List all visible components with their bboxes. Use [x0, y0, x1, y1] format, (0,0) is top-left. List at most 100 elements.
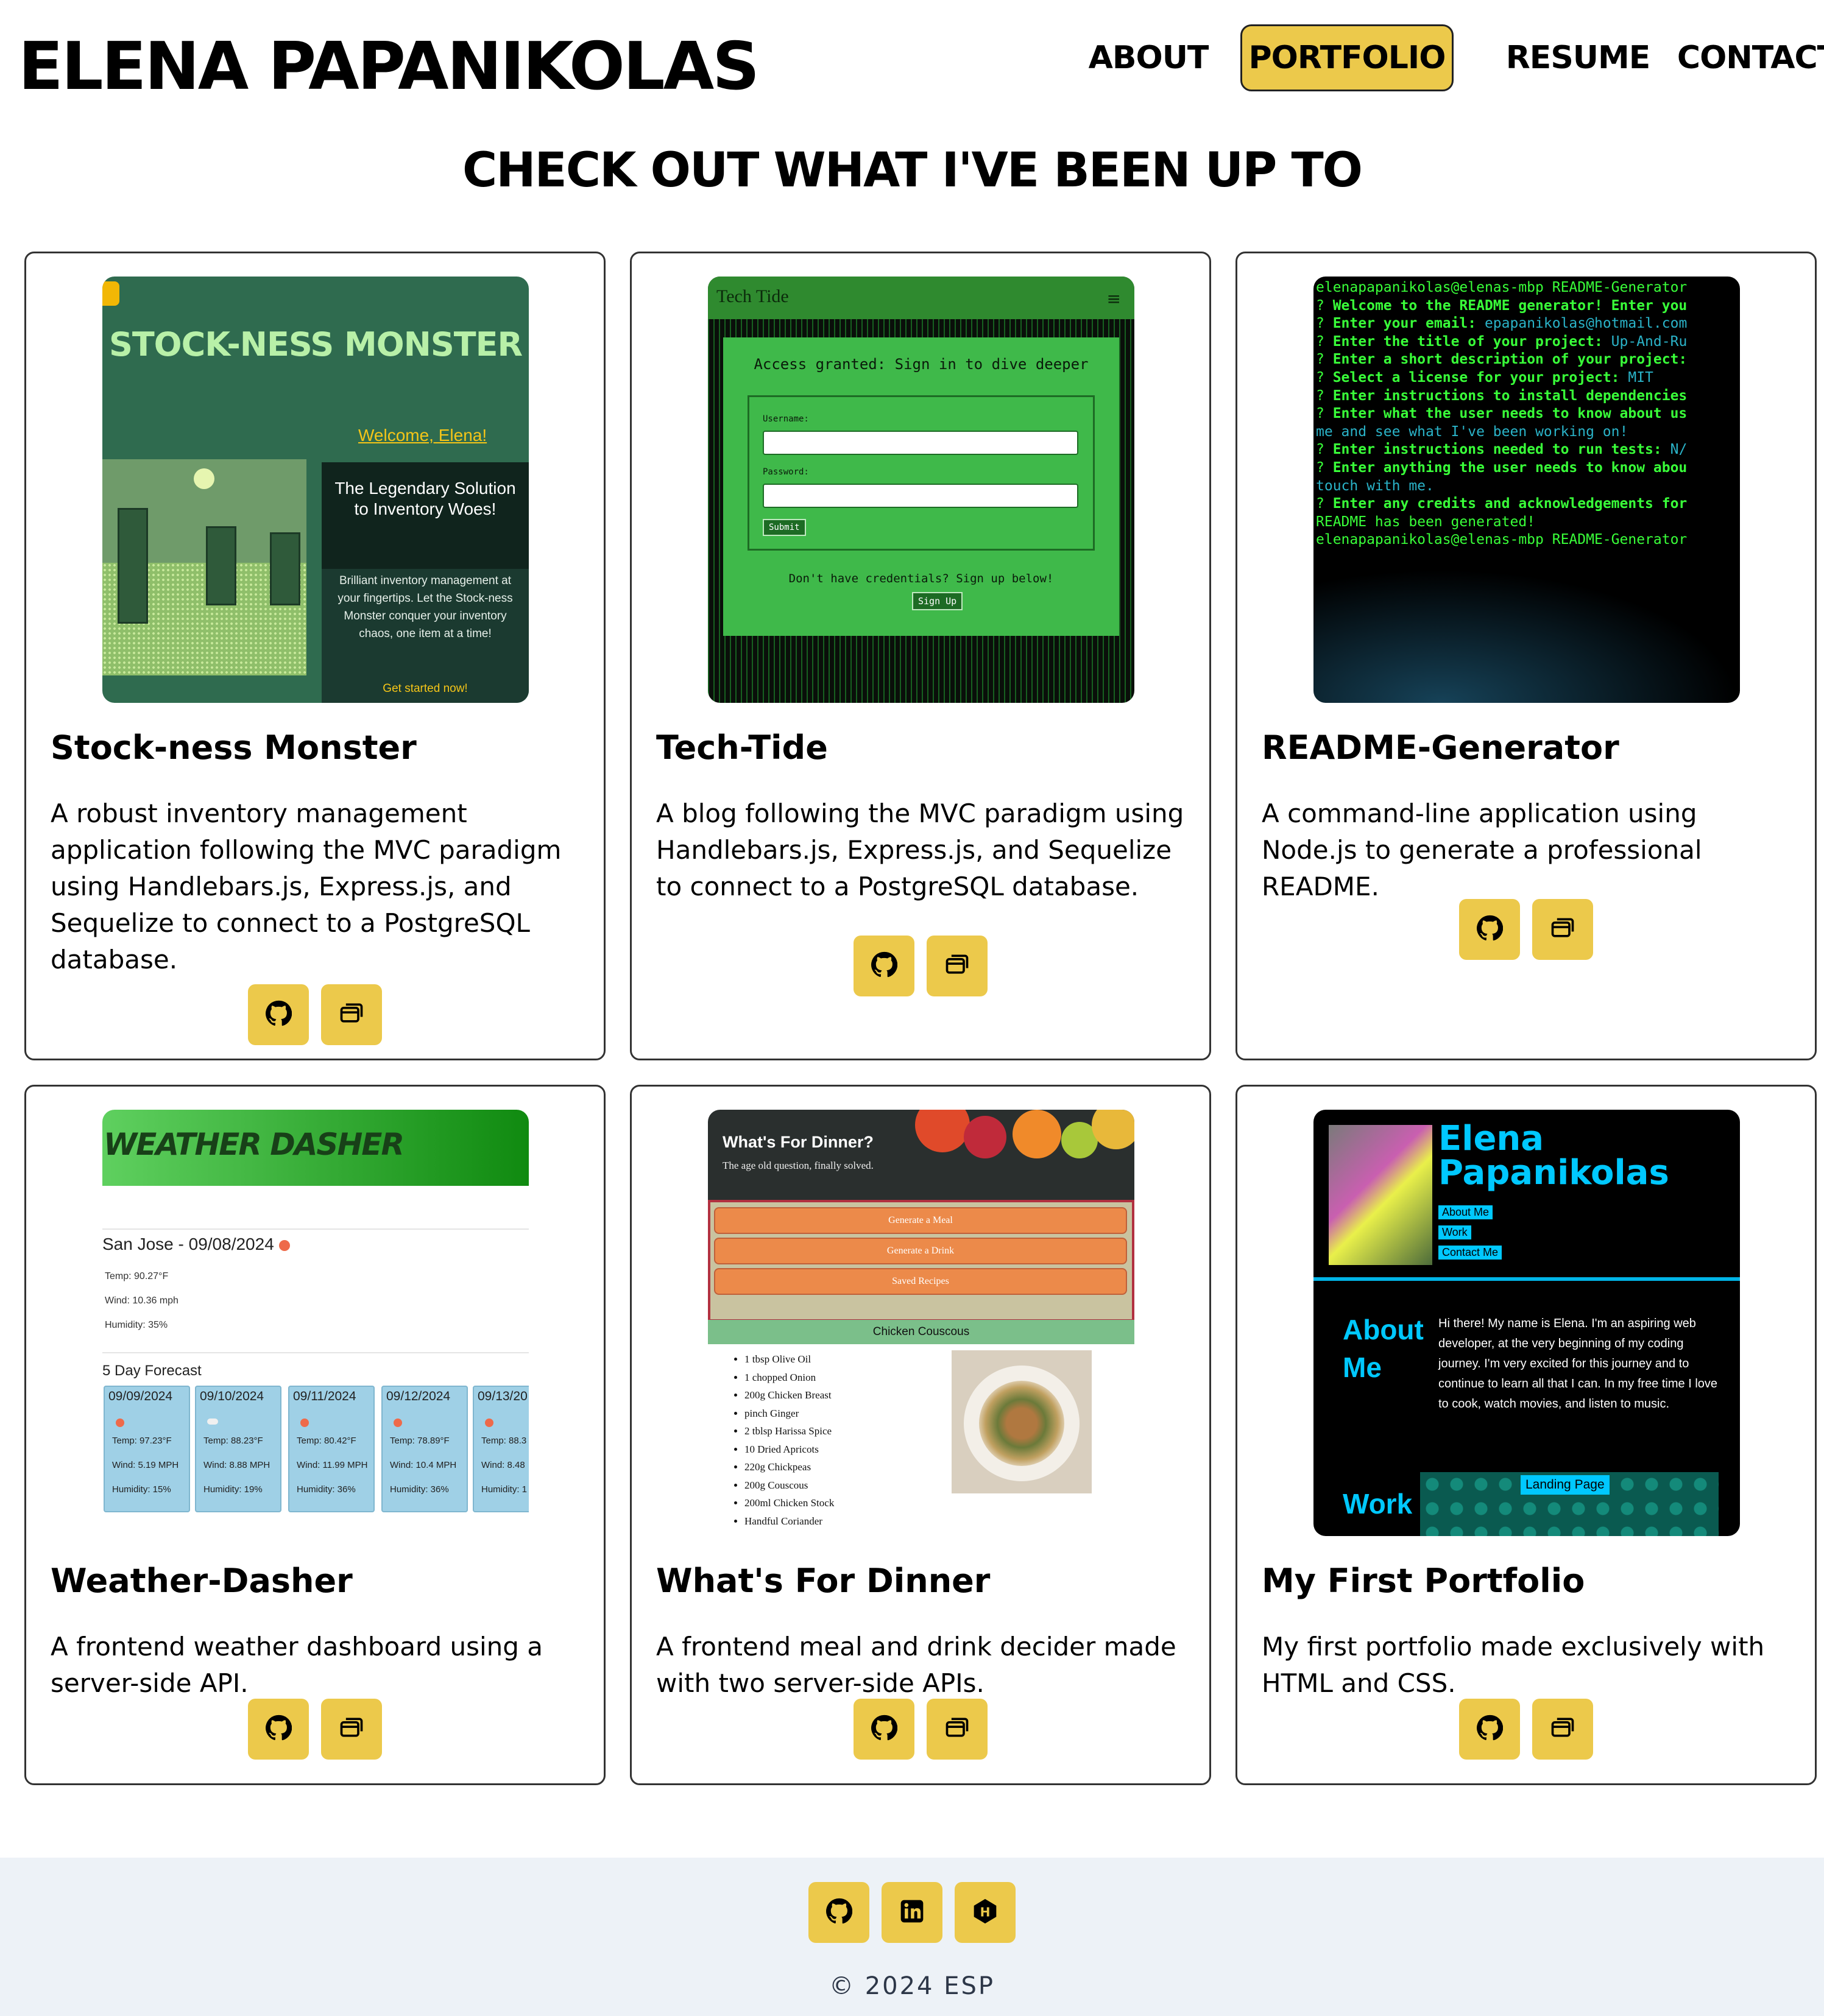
generator-buttons: Generate a Meal Generate a Drink Saved R… — [708, 1200, 1134, 1322]
live-site-button[interactable] — [927, 1699, 988, 1760]
terminal-line: ? Welcome to the README generator! Enter… — [1316, 297, 1688, 314]
project-card-readme: elenapapanikolas@elenas-mbp README-Gener… — [1235, 252, 1817, 1060]
project-description: A frontend weather dashboard using a ser… — [51, 1632, 543, 1698]
sun-icon — [278, 1239, 290, 1251]
github-button[interactable] — [248, 984, 309, 1045]
project-title: Tech-Tide — [656, 728, 828, 767]
pixel-art-image — [102, 459, 306, 675]
live-site-button[interactable] — [1532, 1699, 1593, 1760]
footer-github-button[interactable] — [808, 1882, 869, 1943]
project-screenshot[interactable]: Elena Papanikolas About Me Work Contact … — [1313, 1110, 1740, 1536]
forecast-label: 5 Day Forecast — [102, 1362, 202, 1379]
live-site-button[interactable] — [1532, 899, 1593, 960]
generate-drink-button: Generate a Drink — [714, 1238, 1127, 1264]
signup-prompt: Don't have credentials? Sign up below! — [788, 572, 1054, 585]
github-icon — [265, 1715, 292, 1744]
shot-title: WEATHER DASHER — [104, 1127, 405, 1162]
live-site-button[interactable] — [927, 936, 988, 996]
browser-windows-icon — [338, 1000, 365, 1029]
terminal-line: touch with me. — [1316, 478, 1434, 494]
username-input — [763, 431, 1078, 455]
terminal-line: ? Enter what the user needs to know abou… — [1316, 406, 1688, 422]
password-label: Password: — [763, 467, 809, 477]
footer-linkedin-button[interactable] — [882, 1882, 942, 1943]
shot-welcome: Welcome, Elena! — [358, 426, 487, 445]
landing-page-label: Landing Page — [1521, 1475, 1610, 1495]
project-screenshot[interactable]: STOCK-NESS MONSTER Welcome, Elena! The L… — [102, 277, 529, 703]
github-button[interactable] — [854, 1699, 914, 1760]
menu-tab — [102, 281, 119, 306]
github-button[interactable] — [1459, 899, 1520, 960]
about-bio: Hi there! My name is Elena. I'm an aspir… — [1438, 1317, 1718, 1411]
hashnode-icon: H — [972, 1898, 999, 1927]
shot-nav-contact: Contact Me — [1438, 1246, 1502, 1260]
project-card-dinner: What's For Dinner? The age old question,… — [630, 1085, 1211, 1785]
shot-brand: Tech Tide — [716, 286, 789, 306]
browser-windows-icon — [1549, 1715, 1576, 1744]
github-button[interactable] — [248, 1699, 309, 1760]
forecast-day: 09/12/2024 Temp: 78.89°F Wind: 10.4 MPH Hu… — [381, 1386, 468, 1512]
github-icon — [1476, 1715, 1504, 1744]
shot-name: Elena Papanikolas — [1438, 1119, 1669, 1193]
footer: H © 2024 ESP — [0, 1858, 1824, 2016]
food-banner-image — [708, 1110, 1134, 1201]
current-wind: Wind: 10.36 mph — [105, 1295, 179, 1306]
shot-subtitle: The age old question, finally solved. — [723, 1160, 874, 1171]
nav-contact[interactable]: CONTACT — [1677, 24, 1824, 91]
current-temp: Temp: 90.27°F — [105, 1271, 169, 1281]
browser-windows-icon — [944, 1715, 970, 1744]
sun-icon — [300, 1419, 309, 1427]
project-card-weather: WEATHER DASHER San Jose - 09/08/2024 Tem… — [24, 1085, 606, 1785]
project-title: What's For Dinner — [656, 1562, 991, 1600]
github-icon — [265, 1000, 292, 1029]
current-city: San Jose - 09/08/2024 — [102, 1235, 290, 1254]
login-box: Access granted: Sign in to dive deeper U… — [723, 337, 1119, 636]
github-button[interactable] — [1459, 1699, 1520, 1760]
recipe-title: Chicken Couscous — [708, 1320, 1134, 1344]
project-screenshot[interactable]: WEATHER DASHER San Jose - 09/08/2024 Tem… — [102, 1110, 529, 1536]
terminal-line: ? Enter instructions needed to run tests… — [1316, 442, 1688, 458]
shot-heading: Access granted: Sign in to dive deeper — [754, 356, 1089, 373]
terminal-line: ? Select a license for your project: MIT — [1316, 369, 1653, 386]
shot-nav-work: Work — [1438, 1225, 1471, 1239]
project-card-stockness: STOCK-NESS MONSTER Welcome, Elena! The L… — [24, 252, 606, 1060]
shot-body: Brilliant inventory management at your f… — [338, 574, 513, 640]
live-site-button[interactable] — [321, 1699, 382, 1760]
project-description: A robust inventory management applicatio… — [51, 798, 562, 975]
sun-icon — [394, 1419, 402, 1427]
ingredient-list: 1 tbsp Olive Oil1 chopped Onion 200g Chi… — [744, 1350, 834, 1530]
svg-text:H: H — [980, 1905, 991, 1919]
shot-logo: STOCK-NESS MONSTER — [108, 325, 523, 364]
terminal-output: elenapapanikolas@elenas-mbp README-Gener… — [1316, 279, 1740, 549]
project-title: README-Generator — [1262, 728, 1619, 767]
nav-about[interactable]: ABOUT — [1089, 24, 1209, 91]
generate-meal-button: Generate a Meal — [714, 1207, 1127, 1234]
city-date: San Jose - 09/08/2024 — [102, 1235, 274, 1253]
hamburger-icon: ≡ — [1106, 289, 1121, 309]
project-screenshot[interactable]: Tech Tide ≡ Access granted: Sign in to d… — [708, 277, 1134, 703]
footer-hashnode-button[interactable]: H — [955, 1882, 1016, 1943]
terminal-line: elenapapanikolas@elenas-mbp README-Gener… — [1316, 280, 1688, 295]
project-card-techtide: Tech Tide ≡ Access granted: Sign in to d… — [630, 252, 1211, 1060]
browser-windows-icon — [1549, 915, 1576, 944]
project-description: A blog following the MVC paradigm using … — [656, 798, 1184, 901]
copyright: © 2024 ESP — [829, 1972, 995, 2000]
github-icon — [871, 1715, 898, 1744]
nav-resume[interactable]: RESUME — [1506, 24, 1651, 91]
github-icon — [1476, 915, 1504, 944]
project-screenshot[interactable]: What's For Dinner? The age old question,… — [708, 1110, 1134, 1536]
site-name[interactable]: ELENA PAPANIKOLAS — [18, 30, 760, 104]
project-screenshot[interactable]: elenapapanikolas@elenas-mbp README-Gener… — [1313, 277, 1740, 703]
forecast-day: 09/11/2024 Temp: 80.42°F Wind: 11.99 MPH H… — [288, 1386, 375, 1512]
project-description: A command-line application using Node.js… — [1262, 798, 1702, 901]
saved-recipes-button: Saved Recipes — [714, 1268, 1127, 1295]
project-description: A frontend meal and drink decider made w… — [656, 1632, 1176, 1698]
github-icon — [825, 1898, 853, 1927]
live-site-button[interactable] — [321, 984, 382, 1045]
profile-photo — [1329, 1125, 1432, 1265]
submit-button: Submit — [763, 519, 806, 536]
nav-portfolio[interactable]: PORTFOLIO — [1240, 24, 1454, 91]
login-form: Username: Password: Submit — [748, 395, 1095, 551]
browser-windows-icon — [944, 951, 970, 981]
github-button[interactable] — [854, 936, 914, 996]
